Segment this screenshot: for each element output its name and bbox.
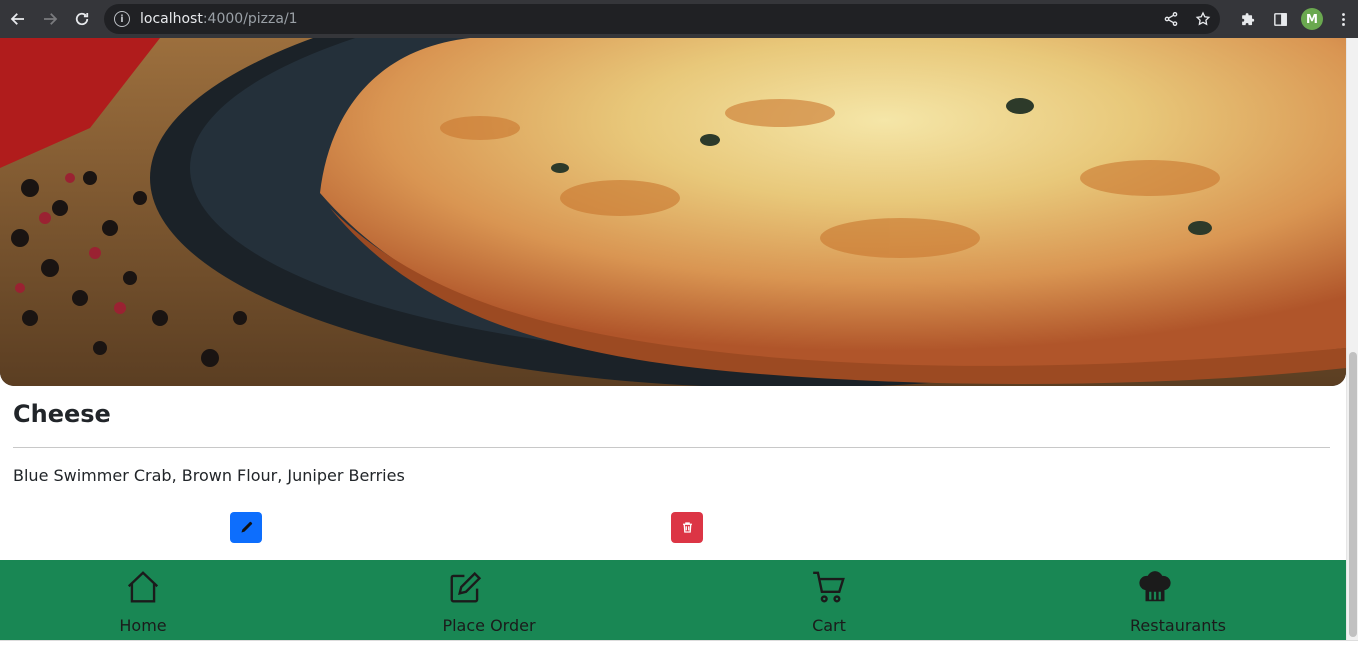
puzzle-icon xyxy=(1241,12,1254,25)
pizza-title: Cheese xyxy=(13,400,111,428)
url-path: :4000/pizza/1 xyxy=(202,11,298,27)
pencil-square-icon xyxy=(450,571,482,603)
nav-restaurants-label: Restaurants xyxy=(1130,616,1226,635)
share-icon[interactable] xyxy=(1160,8,1182,30)
side-panel-button[interactable] xyxy=(1264,3,1296,35)
window-bottom-edge xyxy=(0,640,1358,657)
avatar: M xyxy=(1301,8,1323,30)
browser-toolbar: i localhost:4000/pizza/1 M xyxy=(0,0,1358,38)
arrow-right-icon xyxy=(44,13,58,25)
profile-button[interactable]: M xyxy=(1296,3,1328,35)
pizza-card-body: Cheese Blue Swimmer Crab, Brown Flour, J… xyxy=(13,400,1330,485)
pizza-ingredients: Blue Swimmer Crab, Brown Flour, Juniper … xyxy=(13,466,405,485)
forward-button[interactable] xyxy=(34,3,66,35)
cart-icon xyxy=(813,571,845,603)
pizza-image xyxy=(0,38,1346,386)
menu-button[interactable] xyxy=(1328,3,1358,35)
nav-home-label: Home xyxy=(119,616,167,635)
pencil-icon xyxy=(240,521,252,533)
scrollbar-thumb[interactable] xyxy=(1349,352,1357,637)
trash-icon xyxy=(682,522,692,533)
home-icon xyxy=(127,571,159,603)
scrollbar[interactable] xyxy=(1346,38,1358,640)
bottom-navigation: Home Place Order Cart Restaurants xyxy=(0,560,1346,640)
nav-restaurants[interactable]: Restaurants xyxy=(1130,560,1226,640)
url-text: localhost:4000/pizza/1 xyxy=(140,11,298,27)
page-viewport: Cheese Blue Swimmer Crab, Brown Flour, J… xyxy=(0,38,1358,640)
reload-icon xyxy=(75,12,89,26)
address-bar[interactable]: i localhost:4000/pizza/1 xyxy=(104,4,1220,34)
nav-home[interactable]: Home xyxy=(108,560,178,640)
delete-pizza-button[interactable] xyxy=(671,512,703,543)
arrow-left-icon xyxy=(10,13,24,25)
url-host: localhost xyxy=(140,11,203,27)
nav-place-order[interactable]: Place Order xyxy=(440,560,538,640)
nav-place-order-label: Place Order xyxy=(442,616,536,635)
nav-cart[interactable]: Cart xyxy=(800,560,858,640)
chef-hat-icon xyxy=(1139,571,1171,602)
extensions-button[interactable] xyxy=(1232,3,1264,35)
reload-button[interactable] xyxy=(66,3,98,35)
edit-pizza-button[interactable] xyxy=(230,512,262,543)
nav-cart-label: Cart xyxy=(812,616,846,635)
info-icon[interactable]: i xyxy=(114,11,130,27)
more-vert-icon xyxy=(1341,12,1345,26)
back-button[interactable] xyxy=(2,3,34,35)
bookmark-star-icon[interactable] xyxy=(1192,8,1214,30)
side-panel-icon xyxy=(1273,12,1287,26)
divider xyxy=(13,447,1330,448)
